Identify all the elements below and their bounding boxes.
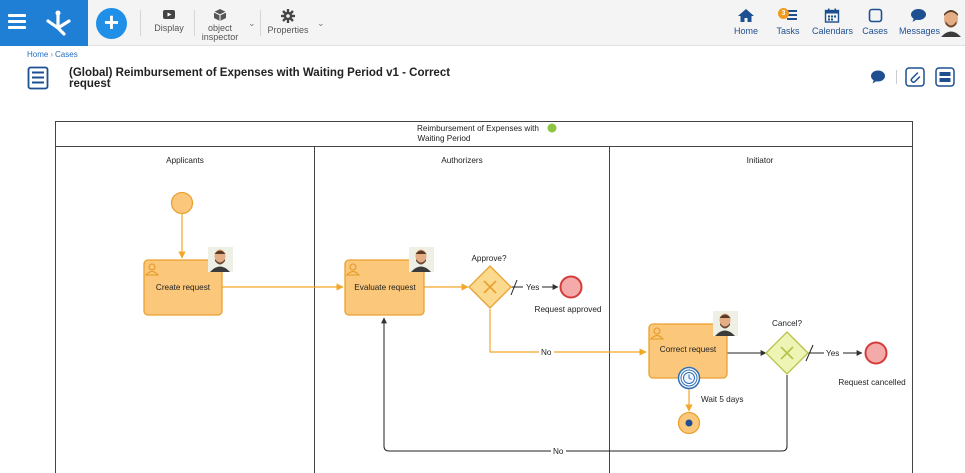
- hamburger-menu-icon[interactable]: [8, 14, 26, 32]
- brand-area: [0, 0, 88, 46]
- breadcrumb-home[interactable]: Home: [27, 50, 48, 59]
- app-logo-icon[interactable]: [40, 8, 76, 38]
- pool-title-line1: Reimbursement of Expenses with: [417, 124, 539, 133]
- nav-calendars-label: Calendars: [812, 26, 854, 36]
- page-title-line1: (Global) Reimbursement of Expenses with …: [69, 67, 451, 79]
- nav-calendars[interactable]: Calendars: [812, 8, 854, 42]
- nav-cases[interactable]: Cases: [862, 8, 888, 42]
- gateway-approve[interactable]: [468, 265, 512, 309]
- end-event-approved-label: Request approved: [535, 305, 602, 314]
- breadcrumb-separator: ›: [50, 50, 54, 59]
- task-correct-request-label: Correct request: [660, 345, 717, 354]
- status-indicator-icon: [547, 123, 557, 133]
- cases-icon: [868, 8, 882, 23]
- task-create-request-label: Create request: [156, 283, 211, 292]
- object-inspector-label-2: inspector: [201, 32, 239, 42]
- new-case-button[interactable]: +: [96, 8, 127, 39]
- default-flow-slash: [510, 279, 518, 296]
- properties-label: Properties: [267, 25, 309, 35]
- object-inspector-button[interactable]: object inspector: [199, 8, 241, 42]
- gateway-cancel[interactable]: [765, 331, 809, 375]
- tasks-count-badge: 3: [778, 8, 789, 19]
- properties-button[interactable]: Properties: [266, 8, 310, 42]
- breadcrumb: Home › Cases: [27, 50, 78, 59]
- calendar-icon: [824, 8, 840, 23]
- flow-label-yes-1: Yes: [526, 283, 539, 292]
- flow-label-bg: [523, 281, 542, 292]
- end-event-approved[interactable]: [559, 275, 583, 299]
- top-toolbar: + Display object inspector ⌄ Properties …: [0, 0, 965, 46]
- toolbar-divider: [260, 10, 261, 36]
- flow-label-no-1: No: [541, 348, 552, 357]
- home-icon: [738, 9, 754, 22]
- nav-home-label: Home: [733, 26, 758, 36]
- flow-label-bg: [551, 446, 566, 456]
- nav-messages[interactable]: Messages: [899, 8, 941, 42]
- display-button[interactable]: Display: [150, 8, 188, 42]
- timer-boundary-event[interactable]: [677, 366, 701, 390]
- nav-tasks[interactable]: 3 Tasks: [775, 8, 801, 42]
- nav-messages-label: Messages: [899, 26, 941, 36]
- nav-cases-label: Cases: [862, 26, 888, 36]
- start-event[interactable]: [170, 191, 194, 215]
- pool-title-line2: Waiting Period: [418, 134, 471, 143]
- cube-icon: [213, 9, 227, 21]
- comments-button[interactable]: [868, 67, 888, 87]
- chevron-down-icon[interactable]: ⌄: [248, 18, 256, 29]
- sequence-flow-no: [489, 309, 647, 356]
- gateway-approve-label: Approve?: [471, 254, 506, 263]
- form-document-icon: [27, 66, 49, 90]
- lane-initiator-label: Initiator: [747, 156, 774, 165]
- nav-tasks-label: Tasks: [776, 26, 800, 36]
- display-icon: [163, 10, 175, 19]
- lane-authorizers-label: Authorizers: [441, 156, 482, 165]
- display-label: Display: [154, 23, 184, 33]
- gear-icon: [281, 9, 295, 23]
- flow-label-bg: [824, 347, 843, 358]
- breadcrumb-cases[interactable]: Cases: [55, 50, 78, 59]
- toolbar-divider: [140, 10, 141, 36]
- gateway-cancel-label: Cancel?: [772, 319, 802, 328]
- flow-label-no-2: No: [553, 447, 564, 456]
- timer-event-label: Wait 5 days: [701, 395, 743, 404]
- lane-applicants-label: Applicants: [166, 156, 204, 165]
- user-avatar[interactable]: [940, 9, 962, 37]
- end-event-cancelled-label: Request cancelled: [838, 378, 906, 387]
- nav-home[interactable]: Home: [733, 8, 759, 42]
- toolbar-divider: [194, 10, 195, 36]
- page-title: (Global) Reimbursement of Expenses with …: [69, 67, 469, 90]
- chevron-down-icon[interactable]: ⌄: [317, 18, 325, 29]
- flow-label-yes-2: Yes: [826, 349, 839, 358]
- task-create-request[interactable]: Create request: [143, 259, 223, 316]
- panel-view-button[interactable]: [935, 67, 955, 87]
- task-evaluate-request-label: Evaluate request: [354, 283, 416, 292]
- page-title-line2: request: [69, 78, 111, 90]
- attachments-button[interactable]: [905, 67, 925, 87]
- actions-divider: [896, 70, 897, 84]
- end-event-cancelled[interactable]: [864, 341, 888, 365]
- task-evaluate-request[interactable]: Evaluate request: [344, 259, 425, 316]
- intermediate-event[interactable]: [677, 411, 701, 435]
- message-bubble-icon: [910, 9, 926, 22]
- flow-label-bg: [539, 347, 554, 357]
